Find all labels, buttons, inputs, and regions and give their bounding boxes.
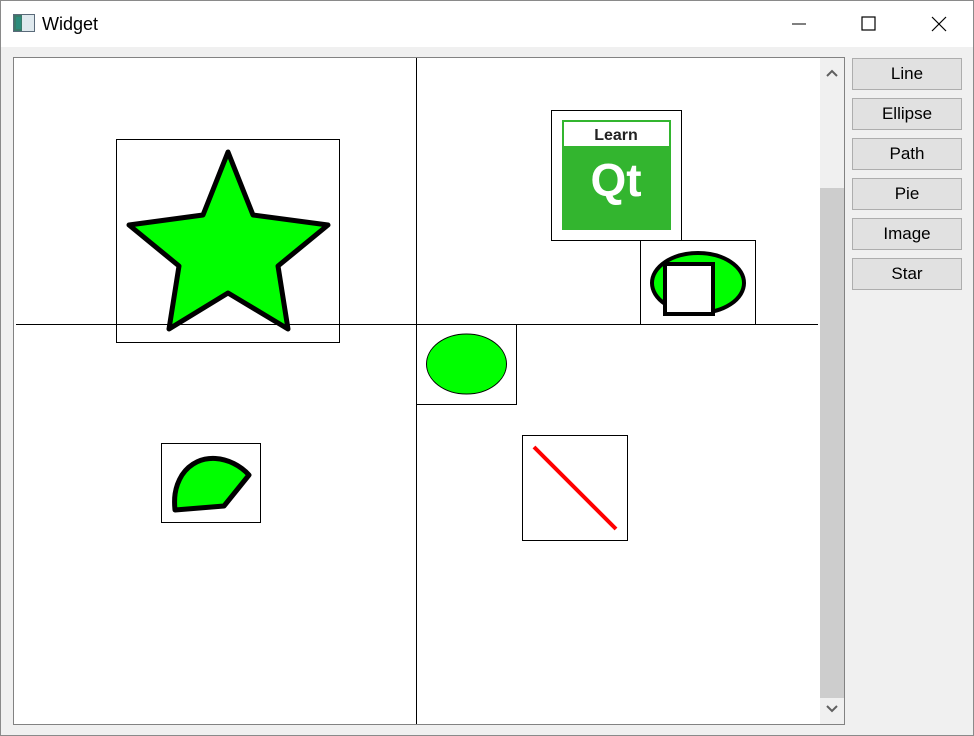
red-line-shape xyxy=(532,445,618,531)
app-icon xyxy=(13,14,35,32)
star-item[interactable] xyxy=(116,139,340,343)
path-item[interactable] xyxy=(640,240,756,325)
vertical-scrollbar[interactable] xyxy=(820,58,844,724)
graphics-scene: Learn Qt xyxy=(16,58,818,724)
ellipse-item[interactable] xyxy=(416,324,517,405)
line-item[interactable] xyxy=(522,435,628,541)
close-button[interactable] xyxy=(904,1,974,47)
image-item[interactable]: Learn Qt xyxy=(551,110,682,241)
path-square xyxy=(663,262,715,316)
scrollbar-thumb[interactable] xyxy=(820,188,844,698)
chevron-up-icon xyxy=(826,69,838,77)
image-button[interactable]: Image xyxy=(852,218,962,250)
chevron-down-icon xyxy=(826,705,838,713)
scroll-down-button[interactable] xyxy=(820,698,844,720)
pie-button[interactable]: Pie xyxy=(852,178,962,210)
pie-item[interactable] xyxy=(161,443,261,523)
widget-window: Widget Learn Qt Line Ellipse Path Pie Im… xyxy=(0,0,974,736)
star-button[interactable]: Star xyxy=(852,258,962,290)
ellipse-button[interactable]: Ellipse xyxy=(852,98,962,130)
title-bar: Widget xyxy=(1,1,973,47)
scroll-up-button[interactable] xyxy=(820,62,844,84)
path-button[interactable]: Path xyxy=(852,138,962,170)
qt-logo-learn-text: Learn xyxy=(594,127,638,144)
maximize-button[interactable] xyxy=(834,1,904,47)
qt-logo-qt-text: Qt xyxy=(590,154,641,206)
minimize-button[interactable] xyxy=(764,1,834,47)
close-icon xyxy=(931,16,947,32)
ellipse-shape xyxy=(426,333,507,395)
window-title: Widget xyxy=(42,14,99,34)
pie-shape xyxy=(172,456,252,513)
maximize-icon xyxy=(861,16,876,31)
graphics-view[interactable]: Learn Qt xyxy=(13,57,845,725)
minimize-icon xyxy=(792,23,806,25)
line-button[interactable]: Line xyxy=(852,58,962,90)
star-shape xyxy=(126,149,331,332)
